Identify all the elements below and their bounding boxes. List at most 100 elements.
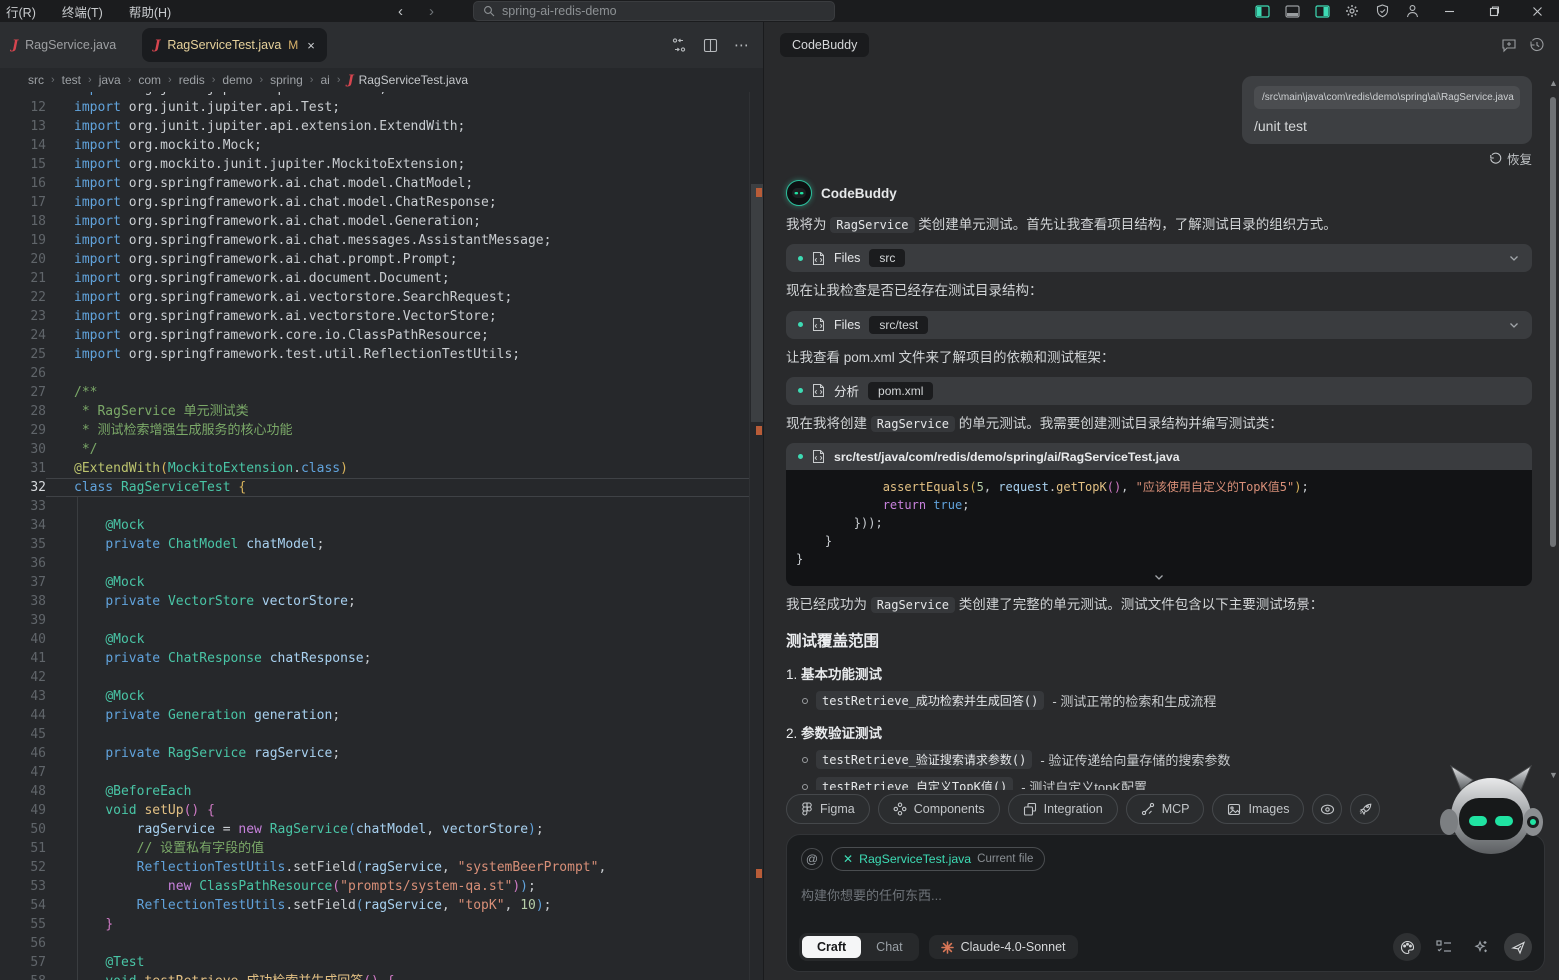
- mode-chat[interactable]: Chat: [863, 936, 915, 958]
- chevron-down-icon[interactable]: [1508, 319, 1520, 331]
- split-editor-icon[interactable]: [703, 38, 718, 53]
- code-line[interactable]: 14 import org.mockito.Mock;: [0, 136, 749, 155]
- expand-code-button[interactable]: [786, 568, 1532, 586]
- input-placeholder[interactable]: 构建你想要的任何东西...: [801, 885, 1530, 904]
- code-line[interactable]: 47: [0, 763, 749, 782]
- code-line[interactable]: 17 import org.springframework.ai.chat.mod…: [0, 193, 749, 212]
- breadcrumb-file[interactable]: J RagServiceTest.java: [347, 73, 468, 88]
- context-file-chip[interactable]: ✕ RagServiceTest.java Current file: [831, 847, 1046, 871]
- breadcrumb-segment[interactable]: ai: [320, 73, 329, 87]
- menu-run[interactable]: 行(R): [6, 2, 36, 21]
- code-line[interactable]: 52 ReflectionTestUtils.setField(ragServi…: [0, 858, 749, 877]
- menu-help[interactable]: 帮助(H): [129, 2, 171, 21]
- code-line[interactable]: 50 ragService = new RagService(chatModel…: [0, 820, 749, 839]
- restore-checkpoint-button[interactable]: 恢复: [786, 149, 1532, 168]
- code-line[interactable]: 41 private ChatResponse chatResponse;: [0, 649, 749, 668]
- layout-sidebar-left-icon[interactable]: [1247, 0, 1277, 22]
- code-line[interactable]: 23 import org.springframework.ai.vectorst…: [0, 307, 749, 326]
- codebuddy-tab[interactable]: CodeBuddy: [780, 33, 870, 57]
- code-line[interactable]: 25 import org.springframework.test.util.R…: [0, 345, 749, 364]
- breadcrumb-segment[interactable]: demo: [222, 73, 252, 87]
- history-icon[interactable]: [1529, 37, 1545, 53]
- breadcrumb-segment[interactable]: java: [99, 73, 121, 87]
- code-line[interactable]: 36: [0, 554, 749, 573]
- code-line[interactable]: 55 }: [0, 915, 749, 934]
- shield-icon[interactable]: [1367, 0, 1397, 22]
- enhance-sparkles-icon[interactable]: [1467, 933, 1495, 961]
- code-line[interactable]: 57 @Test: [0, 953, 749, 972]
- tool-call-card[interactable]: 分析 pom.xml: [786, 376, 1532, 405]
- deploy-rocket-button[interactable]: [1350, 794, 1381, 824]
- code-line[interactable]: 15 import org.mockito.junit.jupiter.Mocki…: [0, 155, 749, 174]
- code-line[interactable]: 56: [0, 934, 749, 953]
- quick-action-images[interactable]: Images: [1212, 794, 1305, 824]
- code-line[interactable]: 42: [0, 668, 749, 687]
- breadcrumb-segment[interactable]: redis: [179, 73, 205, 87]
- layout-panel-icon[interactable]: [1277, 0, 1307, 22]
- code-line[interactable]: 30 */: [0, 440, 749, 459]
- code-line[interactable]: 19 import org.springframework.ai.chat.mes…: [0, 231, 749, 250]
- theme-palette-icon[interactable]: [1393, 933, 1421, 961]
- code-line[interactable]: 31 @ExtendWith(MockitoExtension.class): [0, 459, 749, 478]
- quick-action-integration[interactable]: Integration: [1007, 794, 1118, 824]
- code-line[interactable]: 13 import org.junit.jupiter.api.extension…: [0, 117, 749, 136]
- code-line[interactable]: 21 import org.springframework.ai.document…: [0, 269, 749, 288]
- code-line[interactable]: 35 private ChatModel chatModel;: [0, 535, 749, 554]
- chevron-down-icon[interactable]: [1508, 252, 1520, 264]
- quick-action-figma[interactable]: Figma: [786, 794, 870, 824]
- chat-scrollbar-thumb[interactable]: [1550, 97, 1556, 547]
- code-line[interactable]: 37 @Mock: [0, 573, 749, 592]
- chat-scrollbar[interactable]: ▲ ▼: [1549, 72, 1558, 788]
- scroll-up-icon[interactable]: ▲: [1549, 78, 1558, 88]
- editor-scrollbar-thumb[interactable]: [751, 184, 763, 422]
- mention-button[interactable]: @: [801, 848, 823, 870]
- send-icon[interactable]: [1504, 933, 1532, 961]
- tab-close-icon[interactable]: ×: [307, 38, 315, 53]
- code-line[interactable]: 58 void testRetrieve_成功检索并生成回答() {: [0, 972, 749, 980]
- quick-action-components[interactable]: Components: [877, 794, 1000, 824]
- command-search-box[interactable]: spring-ai-redis-demo: [473, 1, 835, 21]
- code-line[interactable]: 49 void setUp() {: [0, 801, 749, 820]
- code-line[interactable]: 44 private Generation generation;: [0, 706, 749, 725]
- code-line[interactable]: 27 /**: [0, 383, 749, 402]
- compare-changes-icon[interactable]: [671, 37, 687, 53]
- breadcrumb-segment[interactable]: spring: [270, 73, 303, 87]
- created-file-card[interactable]: src/test/java/com/redis/demo/spring/ai/R…: [786, 443, 1532, 470]
- code-line[interactable]: 39: [0, 611, 749, 630]
- tool-call-card[interactable]: Files src/test: [786, 310, 1532, 339]
- new-chat-icon[interactable]: [1501, 37, 1517, 53]
- code-line[interactable]: 29 * 测试检索增强生成服务的核心功能: [0, 421, 749, 440]
- menu-terminal[interactable]: 终端(T): [62, 2, 103, 21]
- window-close-icon[interactable]: [1515, 0, 1559, 22]
- window-maximize-icon[interactable]: [1471, 0, 1515, 22]
- tab-ragservicetest[interactable]: J RagServiceTest.java M ×: [142, 28, 327, 62]
- editor-scrollbar[interactable]: [749, 92, 763, 980]
- code-line[interactable]: 43 @Mock: [0, 687, 749, 706]
- breadcrumb-segment[interactable]: com: [138, 73, 161, 87]
- account-icon[interactable]: [1397, 0, 1427, 22]
- code-line[interactable]: 34 @Mock: [0, 516, 749, 535]
- settings-gear-icon[interactable]: [1337, 0, 1367, 22]
- code-line[interactable]: 53 new ClassPathResource("prompts/system…: [0, 877, 749, 896]
- code-line[interactable]: 12 import org.junit.jupiter.api.Test;: [0, 98, 749, 117]
- breadcrumb[interactable]: src › test › java › com › redis › demo › spring › ai › J…: [0, 68, 763, 92]
- mode-craft[interactable]: Craft: [802, 936, 862, 958]
- code-line[interactable]: 45: [0, 725, 749, 744]
- code-line[interactable]: 38 private VectorStore vectorStore;: [0, 592, 749, 611]
- code-line[interactable]: 46 private RagService ragService;: [0, 744, 749, 763]
- model-selector[interactable]: Claude-4.0-Sonnet: [928, 935, 1078, 959]
- preview-eye-button[interactable]: [1312, 794, 1343, 824]
- code-line[interactable]: 18 import org.springframework.ai.chat.mod…: [0, 212, 749, 231]
- window-minimize-icon[interactable]: [1427, 0, 1471, 22]
- nav-back-icon[interactable]: ‹: [398, 3, 403, 20]
- chat-input-box[interactable]: @ ✕ RagServiceTest.java Current file 构建你…: [786, 834, 1545, 972]
- code-line[interactable]: 20 import org.springframework.ai.chat.pro…: [0, 250, 749, 269]
- code-line[interactable]: 16 import org.springframework.ai.chat.mod…: [0, 174, 749, 193]
- code-line[interactable]: 32 class RagServiceTest {: [0, 478, 749, 497]
- remove-context-icon[interactable]: ✕: [843, 852, 853, 866]
- tool-call-card[interactable]: Files src: [786, 244, 1532, 273]
- code-line[interactable]: 54 ReflectionTestUtils.setField(ragServi…: [0, 896, 749, 915]
- code-line[interactable]: 26: [0, 364, 749, 383]
- code-editor[interactable]: 11import org.junit.jupiter.api.BeforeEac…: [0, 92, 763, 980]
- more-actions-icon[interactable]: ⋯: [734, 36, 749, 54]
